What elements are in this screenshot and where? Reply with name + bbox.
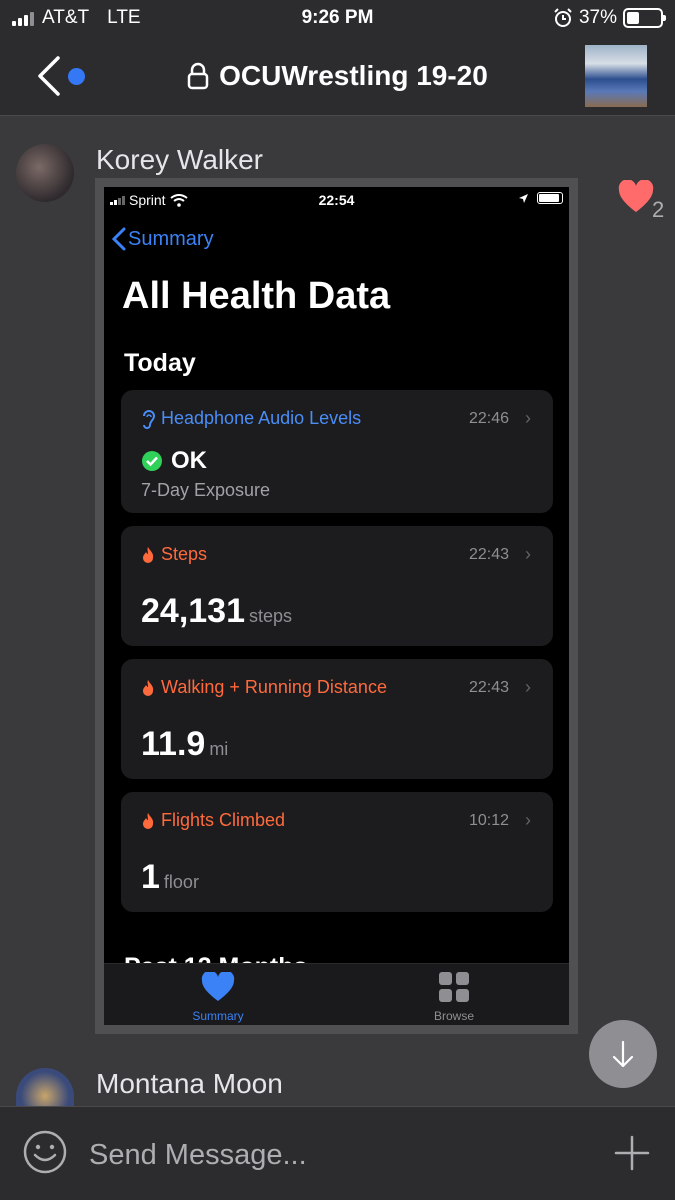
- like-count: 2: [652, 197, 665, 222]
- flame-icon: [143, 679, 154, 696]
- battery-icon: [537, 192, 563, 204]
- tab-summary: Summary: [158, 970, 278, 1023]
- card-value: 1: [141, 858, 160, 896]
- card-time: 10:12: [468, 812, 509, 829]
- card-unit: floor: [163, 872, 199, 892]
- card-title: Walking + Running Distance: [161, 677, 387, 697]
- message-input[interactable]: [89, 1135, 579, 1175]
- avatar[interactable]: [16, 144, 74, 202]
- tab-label: Summary: [192, 1009, 244, 1023]
- health-card-distance: Walking + Running Distance 22:43 › 11.9 m…: [121, 659, 553, 779]
- grid-icon: [439, 972, 469, 1002]
- card-subtitle: 7-Day Exposure: [141, 480, 271, 500]
- heart-icon[interactable]: [618, 180, 654, 214]
- sender-name[interactable]: Montana Moon: [96, 1068, 283, 1100]
- alarm-icon: [554, 8, 572, 27]
- chevron-right-icon: ›: [525, 408, 531, 428]
- group-thumbnail[interactable]: [585, 45, 647, 107]
- card-title: Steps: [161, 544, 208, 564]
- card-time: 22:46: [468, 410, 509, 427]
- card-value: OK: [171, 447, 207, 474]
- health-card-audio: Headphone Audio Levels 22:46 › OK 7-Day …: [121, 390, 553, 513]
- attachment-tab-bar: Summary Browse: [104, 963, 569, 1025]
- card-value-row: 1 floor: [141, 858, 199, 897]
- avatar[interactable]: [16, 1068, 74, 1108]
- chevron-right-icon: ›: [525, 677, 531, 697]
- flame-icon: [143, 812, 154, 829]
- heart-icon: [201, 970, 235, 1001]
- section-today: Today: [124, 349, 196, 377]
- message-composer: [0, 1106, 675, 1200]
- attachment-status-bar: Sprint 22:54: [104, 187, 569, 215]
- battery-percent: 37%: [578, 7, 617, 28]
- location-icon: [519, 193, 528, 203]
- chevron-right-icon: ›: [525, 544, 531, 564]
- plus-icon[interactable]: [612, 1133, 652, 1173]
- tab-browse: Browse: [394, 972, 514, 1023]
- card-title: Flights Climbed: [161, 810, 286, 830]
- chat-header: OCUWrestling 19-20: [0, 38, 675, 116]
- attachment-time: 22:54: [318, 192, 355, 208]
- health-title: All Health Data: [122, 275, 391, 317]
- summary-back-label: Summary: [128, 227, 214, 250]
- flame-icon: [143, 546, 154, 563]
- chat-title-text: OCUWrestling 19-20: [219, 60, 488, 91]
- scroll-down-button[interactable]: [589, 1020, 657, 1088]
- back-chevron-icon: [112, 227, 126, 251]
- status-bar: AT&T LTE 9:26 PM 37%: [0, 0, 675, 38]
- ear-icon: [143, 409, 155, 429]
- health-card-steps: Steps 22:43 › 24,131 steps: [121, 526, 553, 646]
- card-value: 11.9: [141, 725, 206, 763]
- card-value-row: 24,131 steps: [141, 592, 292, 631]
- tab-label: Browse: [433, 1009, 474, 1023]
- card-value-row: 11.9 mi: [141, 725, 228, 764]
- lock-icon: [187, 62, 209, 90]
- card-unit: mi: [209, 739, 229, 759]
- emoji-icon[interactable]: [22, 1129, 68, 1175]
- battery-icon: [623, 8, 666, 28]
- chat-title[interactable]: OCUWrestling 19-20: [0, 60, 675, 92]
- image-attachment[interactable]: Sprint 22:54 Summary All Health Data Tod…: [104, 187, 569, 1025]
- arrow-down-icon: [612, 1040, 634, 1068]
- status-right: 37%: [553, 7, 666, 29]
- health-card-flights: Flights Climbed 10:12 › 1 floor: [121, 792, 553, 912]
- chevron-right-icon: ›: [525, 810, 531, 830]
- card-unit: steps: [249, 606, 293, 626]
- card-time: 22:43: [468, 546, 509, 563]
- sender-name[interactable]: Korey Walker: [96, 144, 263, 176]
- summary-back-link: Summary: [112, 227, 214, 251]
- check-circle-icon: [142, 451, 162, 471]
- card-title: Headphone Audio Levels: [161, 408, 362, 428]
- card-value: 24,131: [141, 592, 245, 630]
- card-time: 22:43: [468, 679, 509, 696]
